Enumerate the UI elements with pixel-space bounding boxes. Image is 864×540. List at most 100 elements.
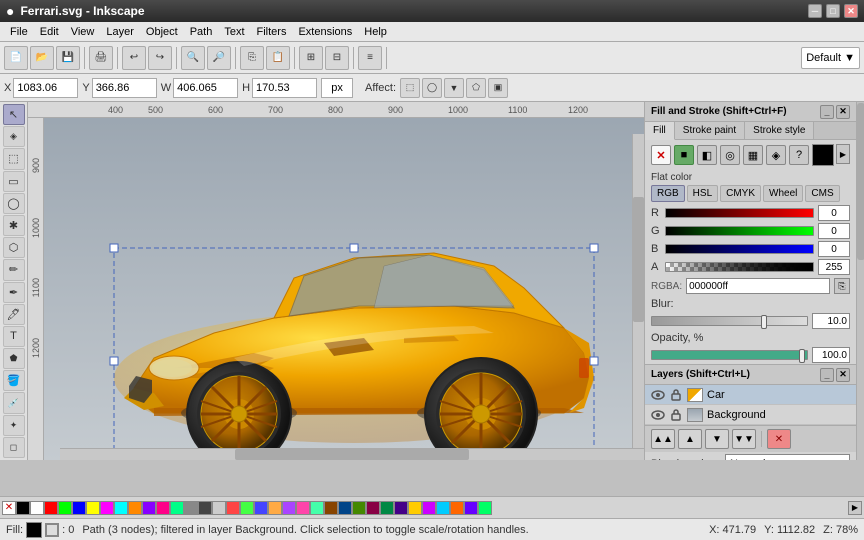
- palette-color-red[interactable]: [44, 501, 58, 515]
- w-input[interactable]: [173, 78, 238, 98]
- palette-color-orchid[interactable]: [422, 501, 436, 515]
- star-tool[interactable]: ✱: [3, 215, 25, 236]
- blur-value-input[interactable]: [812, 313, 850, 329]
- layers-close-btn[interactable]: ✕: [836, 368, 850, 382]
- affect-stroke-btn[interactable]: ◯: [422, 78, 442, 98]
- swatch-button[interactable]: ◈: [766, 145, 786, 165]
- blend-mode-select[interactable]: Normal Multiply Screen Overlay: [725, 454, 850, 460]
- b-slider[interactable]: [665, 244, 814, 254]
- palette-color-olive[interactable]: [352, 501, 366, 515]
- spray-tool[interactable]: ✦: [3, 415, 25, 436]
- palette-color-blue[interactable]: [72, 501, 86, 515]
- fs-opacity-value[interactable]: [812, 347, 850, 363]
- fs-opacity-slider[interactable]: [651, 350, 808, 360]
- palette-color-violet[interactable]: [282, 501, 296, 515]
- palette-color-white[interactable]: [30, 501, 44, 515]
- layer-bg-eye[interactable]: [651, 408, 665, 422]
- layer-move-down-btn[interactable]: ▼: [705, 429, 729, 449]
- palette-color-orange2[interactable]: [450, 501, 464, 515]
- palette-color-coral[interactable]: [226, 501, 240, 515]
- maximize-button[interactable]: □: [826, 4, 840, 18]
- ellipse-tool[interactable]: ◯: [3, 193, 25, 214]
- text-tool[interactable]: T: [3, 326, 25, 347]
- palette-color-purple[interactable]: [142, 501, 156, 515]
- unit-selector[interactable]: px: [321, 78, 353, 98]
- polygon-tool[interactable]: ⬡: [3, 237, 25, 258]
- radial-grad-button[interactable]: ◎: [720, 145, 740, 165]
- tab-rgb[interactable]: RGB: [651, 185, 685, 202]
- palette-color-maroon[interactable]: [366, 501, 380, 515]
- view-dropdown[interactable]: Default ▼: [801, 47, 860, 69]
- palette-no-color[interactable]: ✕: [2, 501, 16, 515]
- palette-color-brown[interactable]: [324, 501, 338, 515]
- layer-delete-btn[interactable]: ✕: [767, 429, 791, 449]
- paste-button[interactable]: 📋: [266, 46, 290, 70]
- palette-color-gold[interactable]: [408, 501, 422, 515]
- palette-color-cyan[interactable]: [114, 501, 128, 515]
- rect-tool[interactable]: ▭: [3, 171, 25, 192]
- y-input[interactable]: [92, 78, 157, 98]
- tab-wheel[interactable]: Wheel: [763, 185, 803, 202]
- palette-color-lime[interactable]: [58, 501, 72, 515]
- canvas-content[interactable]: [44, 118, 644, 460]
- x-input[interactable]: [13, 78, 78, 98]
- affect-mask-btn[interactable]: ▣: [488, 78, 508, 98]
- palette-color-spring[interactable]: [478, 501, 492, 515]
- palette-color-blue2[interactable]: [254, 501, 268, 515]
- horizontal-scrollbar[interactable]: [60, 448, 644, 460]
- rgba-input[interactable]: [686, 278, 830, 294]
- blur-slider[interactable]: [651, 316, 808, 326]
- dropper-tool[interactable]: 💉: [3, 392, 25, 413]
- calligraphy-tool[interactable]: 🖊: [3, 304, 25, 325]
- palette-color-magenta[interactable]: [100, 501, 114, 515]
- palette-color-rose[interactable]: [296, 501, 310, 515]
- canvas-area[interactable]: 400 500 600 700 800 900 1000 1100 1200 9…: [28, 102, 644, 460]
- palette-color-amber[interactable]: [268, 501, 282, 515]
- menu-file[interactable]: File: [4, 24, 34, 40]
- layer-car-lock[interactable]: [669, 388, 683, 402]
- palette-color-indigo[interactable]: [394, 501, 408, 515]
- g-slider[interactable]: [665, 226, 814, 236]
- open-button[interactable]: 📂: [30, 46, 54, 70]
- palette-color-yellow[interactable]: [86, 501, 100, 515]
- ungroup-button[interactable]: ⊟: [325, 46, 349, 70]
- layer-move-bottom-btn[interactable]: ▼▼: [732, 429, 756, 449]
- palette-color-blue3[interactable]: [464, 501, 478, 515]
- pen-tool[interactable]: ✒: [3, 282, 25, 303]
- menu-layer[interactable]: Layer: [100, 24, 140, 40]
- node-tool[interactable]: ◈: [3, 126, 25, 147]
- palette-color-black[interactable]: [16, 501, 30, 515]
- h-input[interactable]: [252, 78, 317, 98]
- layer-item-background[interactable]: Background: [645, 405, 856, 425]
- palette-color-sky[interactable]: [436, 501, 450, 515]
- palette-color-green2[interactable]: [240, 501, 254, 515]
- no-paint-button[interactable]: ✕: [651, 145, 671, 165]
- close-button[interactable]: ✕: [844, 4, 858, 18]
- r-value-input[interactable]: [818, 205, 850, 221]
- print-button[interactable]: 🖨: [89, 46, 113, 70]
- fill-tool[interactable]: 🪣: [3, 370, 25, 391]
- palette-scroll-right[interactable]: ▶: [848, 501, 862, 515]
- pencil-tool[interactable]: ✏: [3, 259, 25, 280]
- palette-color-darkgray[interactable]: [198, 501, 212, 515]
- menu-filters[interactable]: Filters: [251, 24, 293, 40]
- a-slider[interactable]: [665, 262, 814, 272]
- vertical-scrollbar[interactable]: [632, 134, 644, 448]
- affect-filter-btn[interactable]: ▼: [444, 78, 464, 98]
- palette-color-aqua[interactable]: [310, 501, 324, 515]
- zoom-in-button[interactable]: 🔍: [181, 46, 205, 70]
- minimize-button[interactable]: ─: [808, 4, 822, 18]
- undo-button[interactable]: ↩: [122, 46, 146, 70]
- g-value-input[interactable]: [818, 223, 850, 239]
- layer-move-up-btn[interactable]: ▲: [678, 429, 702, 449]
- layers-minimize-btn[interactable]: _: [820, 368, 834, 382]
- group-button[interactable]: ⊞: [299, 46, 323, 70]
- layer-move-top-btn[interactable]: ▲▲: [651, 429, 675, 449]
- fs-close-btn[interactable]: ✕: [836, 105, 850, 119]
- rgba-copy-button[interactable]: ⎘: [834, 278, 850, 294]
- fs-minimize-btn[interactable]: _: [820, 105, 834, 119]
- palette-color-teal[interactable]: [380, 501, 394, 515]
- redo-button[interactable]: ↪: [148, 46, 172, 70]
- affect-geo-btn[interactable]: ⬚: [400, 78, 420, 98]
- menu-help[interactable]: Help: [358, 24, 393, 40]
